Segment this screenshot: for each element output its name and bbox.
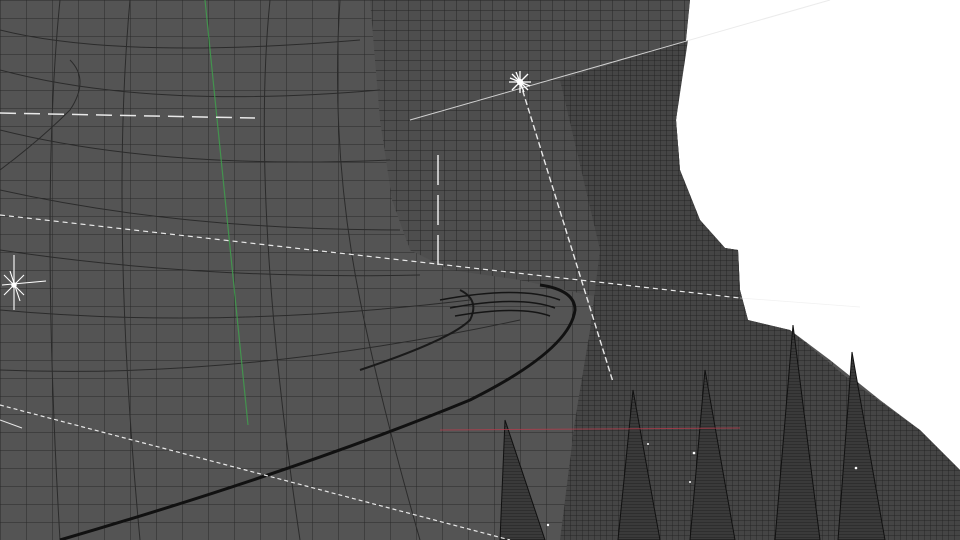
sun-light-icon[interactable] — [509, 71, 531, 93]
3d-viewport[interactable] — [0, 0, 960, 540]
wireframe-scene[interactable] — [0, 0, 960, 540]
